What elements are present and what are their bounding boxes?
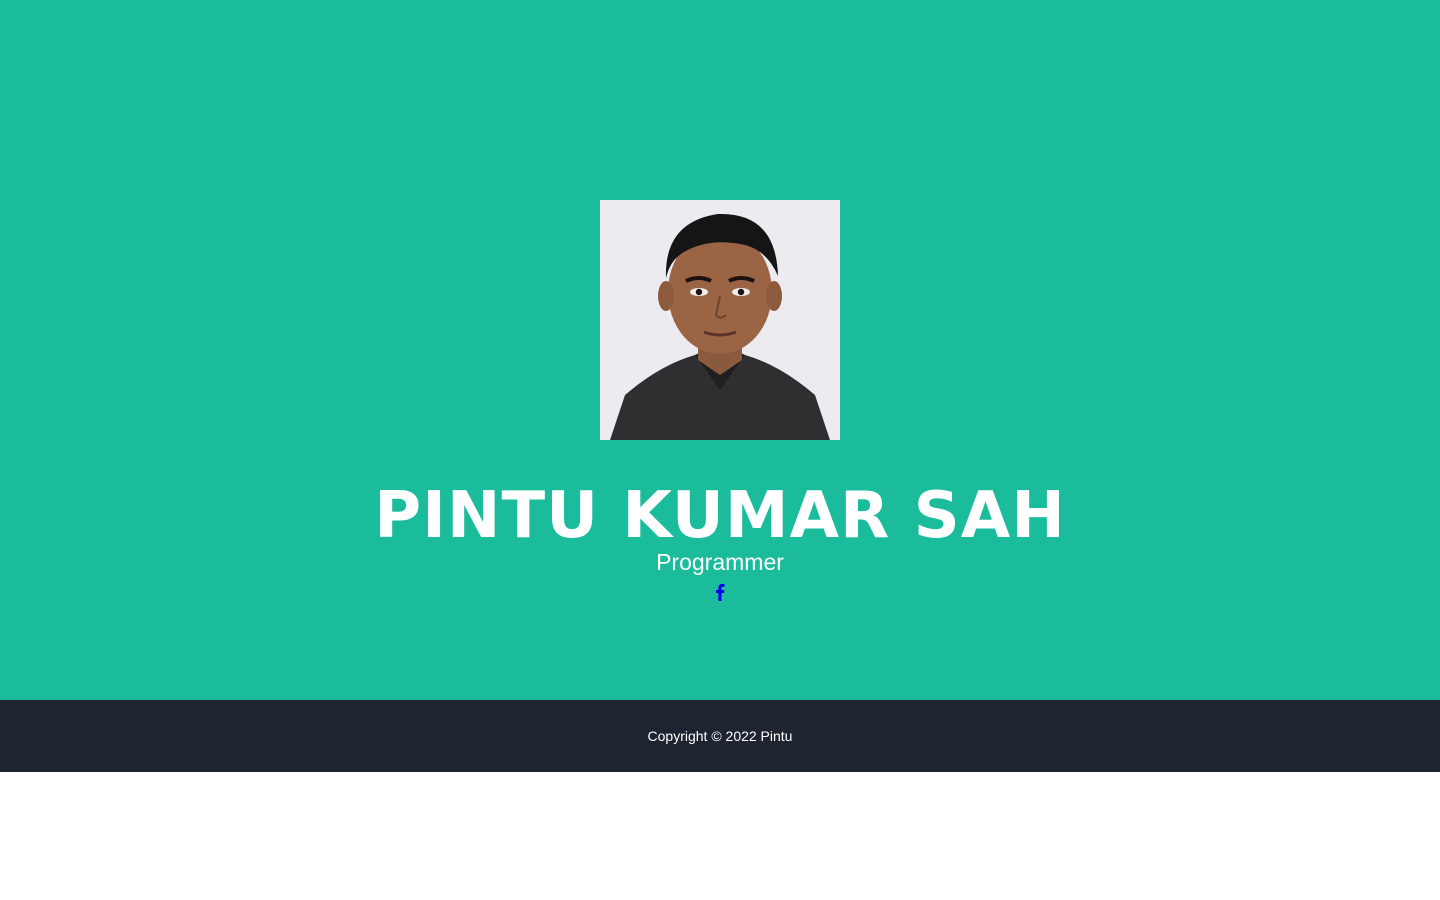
profile-name: PINTU KUMAR SAH bbox=[374, 479, 1066, 553]
copyright-text: Copyright © 2022 Pintu bbox=[647, 728, 793, 744]
hero-section: PINTU KUMAR SAH Programmer bbox=[0, 0, 1440, 700]
footer: Copyright © 2022 Pintu bbox=[0, 700, 1440, 772]
profile-role: Programmer bbox=[656, 549, 784, 575]
facebook-link[interactable] bbox=[708, 580, 732, 604]
profile-photo bbox=[600, 200, 840, 440]
profile-photo-image bbox=[600, 200, 840, 440]
facebook-icon bbox=[716, 583, 725, 601]
